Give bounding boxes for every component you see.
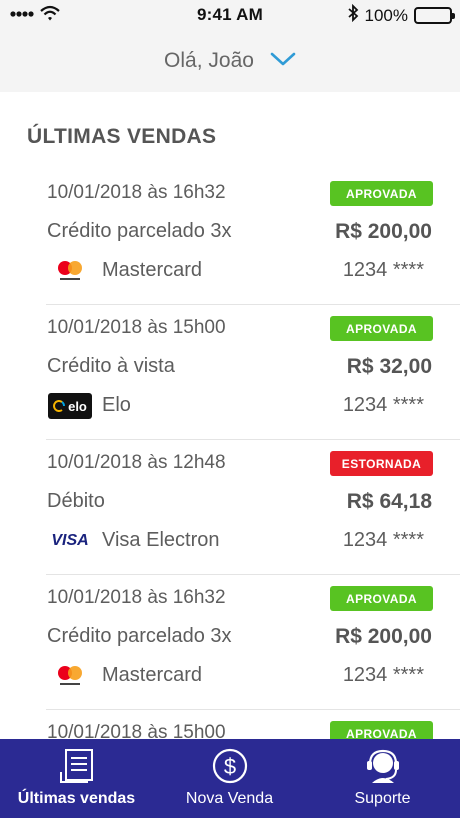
greeting-text: Olá, João [164,49,254,72]
sale-amount: R$ 200,00 [335,220,432,243]
sale-date: 10/01/2018 às 16h32 [47,182,226,203]
status-badge: APROVADA [330,721,433,740]
sale-type: Débito [47,490,105,512]
sale-date: 10/01/2018 às 15h00 [47,317,226,338]
status-badge: ESTORNADA [330,451,433,476]
mastercard-icon [48,663,92,689]
tab-bar: Últimas vendas $ Nova Venda Suporte [0,739,460,818]
tab-label: Últimas vendas [17,790,136,807]
home-indicator-strip [0,814,460,818]
receipt-list-icon [0,748,153,784]
svg-text:$: $ [223,754,235,779]
elo-logo-text: elo [68,398,87,414]
status-bar: 9:41 AM 100% [0,0,460,30]
visa-icon: VISA [51,532,89,549]
sale-date: 10/01/2018 às 16h32 [47,587,226,608]
card-brand: Visa Electron [102,529,220,551]
tab-nova-venda[interactable]: $ Nova Venda [153,739,306,818]
card-brand: Mastercard [102,664,203,686]
status-badge: APROVADA [330,316,433,341]
tab-label: Nova Venda [185,790,274,807]
headset-icon [306,748,459,784]
elo-icon: elo [48,393,92,419]
sale-item[interactable]: 10/01/2018 às 16h32 APROVADA Crédito par… [46,575,460,710]
sale-item[interactable]: 10/01/2018 às 15h00 APROVADA [46,710,460,740]
tab-suporte[interactable]: Suporte [306,739,459,818]
sale-amount: R$ 32,00 [346,355,432,378]
battery-percentage: 100% [364,5,408,25]
sale-item[interactable]: 10/01/2018 às 12h48 ESTORNADA Débito R$ … [46,440,460,575]
status-right: 100% [347,3,455,27]
sale-amount: R$ 64,18 [346,490,432,513]
card-brand: Mastercard [102,259,203,281]
card-number: 1234 **** [342,664,424,686]
dollar-circle-icon: $ [153,748,306,784]
sale-type: Crédito parcelado 3x [47,220,232,242]
sale-type: Crédito à vista [47,355,175,377]
sale-amount: R$ 200,00 [335,625,432,648]
bluetooth-icon [347,3,359,27]
tab-label: Suporte [354,790,411,807]
account-selector[interactable]: Olá, João [0,30,460,92]
tab-ultimas-vendas[interactable]: Últimas vendas [0,739,153,818]
sale-type: Crédito parcelado 3x [47,625,232,647]
chevron-down-icon[interactable] [270,51,296,72]
sale-date: 10/01/2018 às 12h48 [47,452,226,473]
section-title: ÚLTIMAS VENDAS [27,125,217,148]
card-brand: Elo [102,394,131,416]
battery-icon [414,7,455,24]
card-number: 1234 **** [342,394,424,416]
card-number: 1234 **** [342,259,424,281]
sale-date: 10/01/2018 às 15h00 [47,722,226,740]
mastercard-icon [48,258,92,284]
sale-item[interactable]: 10/01/2018 às 15h00 APROVADA Crédito à v… [46,305,460,440]
card-number: 1234 **** [342,529,424,551]
status-badge: APROVADA [330,586,433,611]
sale-item[interactable]: 10/01/2018 às 16h32 APROVADA Crédito par… [46,170,460,305]
sales-list[interactable]: 10/01/2018 às 16h32 APROVADA Crédito par… [0,170,460,740]
status-badge: APROVADA [330,181,433,206]
